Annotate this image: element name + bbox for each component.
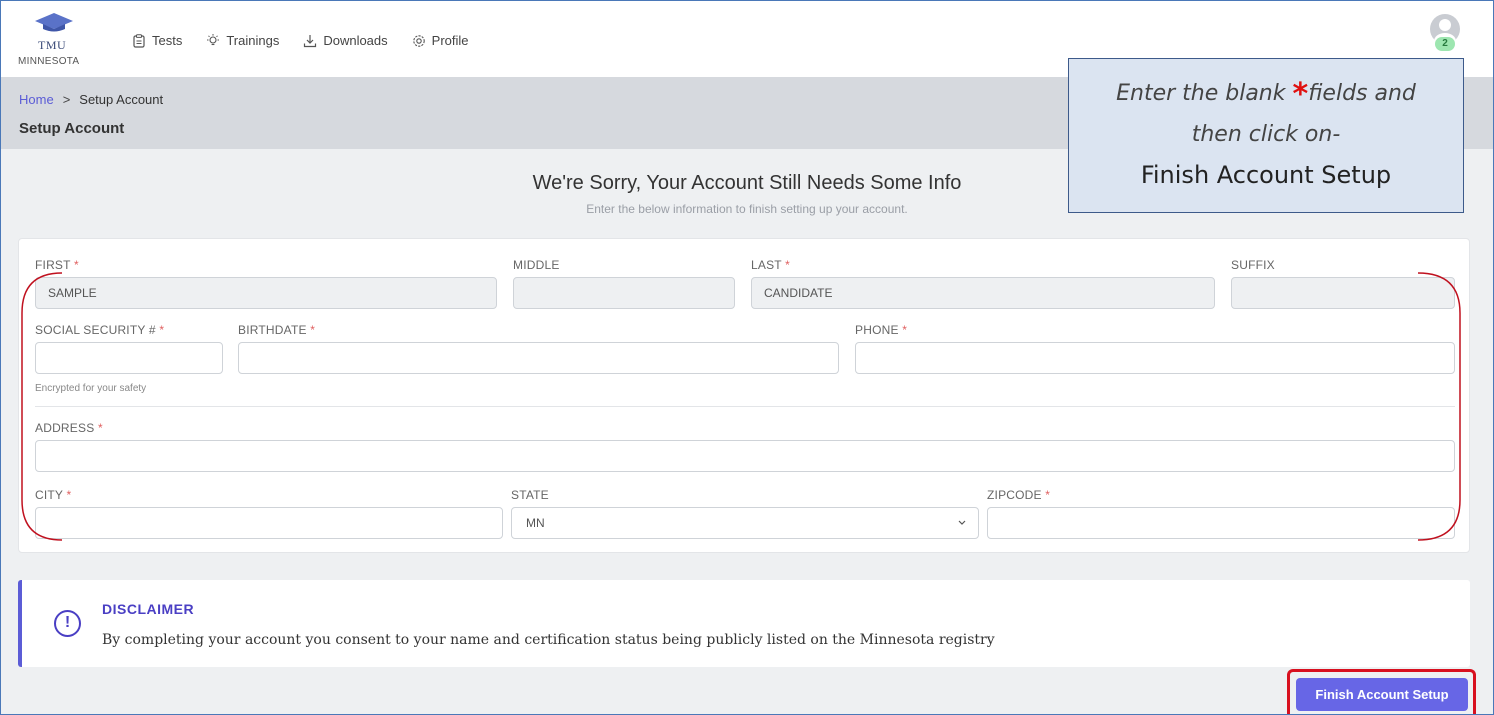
nav-tests-label: Tests <box>152 33 183 48</box>
page-title: Setup Account <box>19 120 125 137</box>
breadcrumb-current: Setup Account <box>79 92 164 107</box>
ssn-label-text: SOCIAL SECURITY # <box>35 323 156 337</box>
logo-text: TMU <box>38 38 67 52</box>
exclamation-circle-icon: ! <box>54 610 81 637</box>
middle-name-field[interactable] <box>513 277 735 309</box>
account-form: FIRST * SAMPLE MIDDLE LAST * CANDIDATE S… <box>18 238 1470 553</box>
nav-trainings-label: Trainings <box>226 33 280 48</box>
address-label: ADDRESS * <box>35 421 103 435</box>
nav-trainings[interactable]: Trainings <box>206 33 279 48</box>
callout-line2: then click on- <box>1191 122 1341 147</box>
middle-label: MIDDLE <box>513 258 560 272</box>
required-marker: * <box>902 323 908 337</box>
zipcode-label: ZIPCODE * <box>987 488 1050 502</box>
main-nav: Tests Trainings Downloads Profile <box>132 33 469 48</box>
nav-downloads[interactable]: Downloads <box>303 33 388 48</box>
first-label: FIRST * <box>35 258 79 272</box>
city-field[interactable] <box>35 507 503 539</box>
nav-downloads-label: Downloads <box>323 33 388 48</box>
breadcrumb-separator: > <box>62 92 71 107</box>
chevron-down-icon <box>958 520 966 525</box>
phone-field[interactable] <box>855 342 1455 374</box>
birthdate-label-text: BIRTHDATE <box>238 323 307 337</box>
required-marker: * <box>66 488 72 502</box>
clipboard-icon <box>133 33 145 48</box>
logo-state: MINNESOTA <box>18 56 80 67</box>
nav-profile-label: Profile <box>431 33 469 48</box>
callout-line1-post: fields and <box>1308 81 1416 106</box>
nav-profile[interactable]: Profile <box>412 33 469 48</box>
disclaimer-text: By completing your account you consent t… <box>102 632 995 648</box>
city-label: CITY * <box>35 488 71 502</box>
birthdate-field[interactable] <box>238 342 839 374</box>
breadcrumb-home[interactable]: Home <box>19 92 54 107</box>
notification-badge: 2 <box>1435 37 1455 51</box>
first-label-text: FIRST <box>35 258 71 272</box>
birthdate-label: BIRTHDATE * <box>238 323 315 337</box>
disclaimer-title: DISCLAIMER <box>102 601 195 617</box>
last-name-field[interactable]: CANDIDATE <box>751 277 1215 309</box>
required-marker: * <box>310 323 316 337</box>
finish-account-setup-button[interactable]: Finish Account Setup <box>1296 678 1468 711</box>
graduation-cap-icon <box>35 13 73 32</box>
address-field[interactable] <box>35 440 1455 472</box>
ssn-hint: Encrypted for your safety <box>35 383 147 394</box>
disclaimer-panel: ! DISCLAIMER By completing your account … <box>18 580 1470 667</box>
ssn-field[interactable] <box>35 342 223 374</box>
form-divider <box>35 406 1455 407</box>
state-select-value: MN <box>526 516 545 530</box>
instruction-callout: Enter the blank *fields and then click o… <box>1068 58 1464 213</box>
last-label: LAST * <box>751 258 790 272</box>
required-marker: * <box>97 421 103 435</box>
nav-tests[interactable]: Tests <box>132 33 182 48</box>
lightbulb-icon <box>207 33 220 45</box>
breadcrumb: Home > Setup Account <box>19 92 163 107</box>
phone-label-text: PHONE <box>855 323 899 337</box>
ssn-label: SOCIAL SECURITY # * <box>35 323 164 337</box>
download-icon <box>304 34 317 47</box>
callout-star: * <box>1292 77 1309 112</box>
callout-line1-pre: Enter the blank <box>1116 81 1293 106</box>
required-marker: * <box>74 258 79 272</box>
state-select[interactable]: MN <box>511 507 979 539</box>
tmu-logo[interactable]: TMU MINNESOTA <box>18 10 98 70</box>
first-name-field[interactable]: SAMPLE <box>35 277 497 309</box>
required-marker: * <box>785 258 791 272</box>
state-label: STATE <box>511 488 549 502</box>
last-label-text: LAST <box>751 258 782 272</box>
required-marker: * <box>1045 488 1051 502</box>
phone-label: PHONE * <box>855 323 907 337</box>
callout-line1: Enter the blank *fields and <box>1069 77 1463 112</box>
gear-icon <box>412 34 425 47</box>
zipcode-label-text: ZIPCODE <box>987 488 1042 502</box>
suffix-label: SUFFIX <box>1231 258 1275 272</box>
city-label-text: CITY <box>35 488 63 502</box>
suffix-field[interactable] <box>1231 277 1455 309</box>
address-label-text: ADDRESS <box>35 421 95 435</box>
zipcode-field[interactable] <box>987 507 1455 539</box>
required-marker: * <box>159 323 165 337</box>
callout-line3: Finish Account Setup <box>1140 161 1392 189</box>
